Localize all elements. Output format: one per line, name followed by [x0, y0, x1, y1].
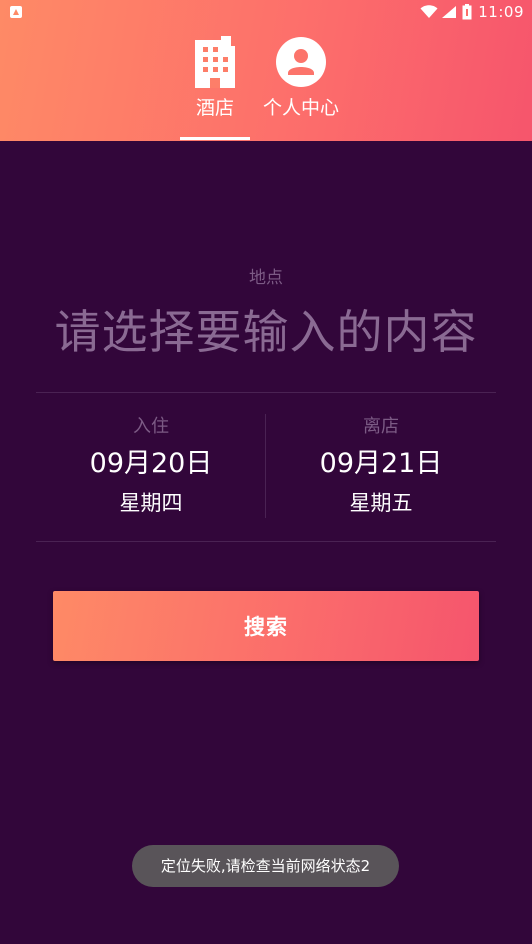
location-input[interactable]: 请选择要输入的内容 — [0, 300, 532, 364]
status-icons: 11:09 — [420, 2, 524, 22]
app-header: 11:09 酒店 个人中心 — [0, 0, 532, 141]
tab-hotel-label: 酒店 — [195, 97, 234, 119]
wifi-icon — [420, 5, 438, 18]
tab-selected-indicator — [180, 137, 250, 140]
hotel-building-icon — [195, 36, 235, 88]
checkout-date-picker[interactable]: 离店 09月21日 星期五 — [266, 414, 496, 520]
checkin-date-picker[interactable]: 入住 09月20日 星期四 — [36, 414, 266, 520]
person-avatar-icon — [276, 37, 326, 87]
search-button[interactable]: 搜索 — [53, 591, 479, 661]
location-label: 地点 — [249, 268, 283, 288]
checkin-label: 入住 — [133, 416, 169, 437]
checkout-weekday: 星期五 — [349, 491, 413, 515]
divider — [36, 541, 496, 542]
tab-hotel[interactable]: 酒店 — [180, 36, 250, 140]
toast-message: 定位失败,请检查当前网络状态2 — [132, 845, 399, 887]
checkin-weekday: 星期四 — [119, 491, 183, 515]
tab-profile-label: 个人中心 — [262, 97, 339, 119]
status-time: 11:09 — [478, 3, 524, 21]
app-notification-icon — [10, 6, 22, 18]
signal-icon — [442, 6, 457, 18]
checkout-date: 09月21日 — [319, 448, 443, 479]
divider — [36, 392, 496, 393]
battery-icon — [462, 4, 472, 20]
checkin-date: 09月20日 — [89, 448, 213, 479]
status-bar: 11:09 — [0, 0, 532, 24]
checkout-label: 离店 — [363, 416, 399, 437]
tab-profile[interactable]: 个人中心 — [258, 36, 344, 140]
